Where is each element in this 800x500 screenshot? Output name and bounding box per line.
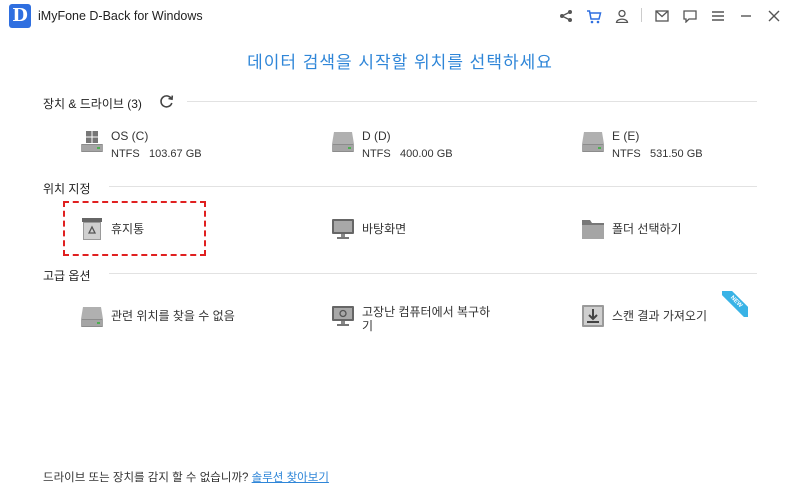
location-label: 휴지통: [111, 222, 145, 236]
hard-drive-icon: [582, 132, 604, 152]
drive-c[interactable]: OS (C) NTFS 103.67 GB: [80, 129, 202, 161]
folder-icon: [582, 220, 604, 239]
advanced-label: 스캔 결과 가져오기: [612, 309, 707, 323]
drive-size: 531.50 GB: [650, 148, 703, 160]
hard-drive-icon: [81, 307, 103, 327]
section-divider: [109, 273, 757, 274]
advanced-section-title: 고급 옵션: [43, 269, 91, 283]
location-desktop[interactable]: 바탕화면: [331, 217, 406, 241]
windows-drive-icon: [81, 131, 103, 152]
advanced-label: 관련 위치를 찾을 수 없음: [111, 309, 235, 323]
location-select-folder[interactable]: 폴더 선택하기: [581, 217, 682, 241]
new-badge-text: NEW: [722, 291, 748, 317]
section-divider: [187, 101, 757, 102]
feedback-icon[interactable]: [680, 6, 700, 26]
drive-size: 103.67 GB: [149, 148, 202, 160]
footer-help: 드라이브 또는 장치를 감지 할 수 없습니까? 솔루션 찾아보기: [43, 469, 329, 485]
share-icon[interactable]: [556, 6, 576, 26]
drive-size: 400.00 GB: [400, 148, 453, 160]
user-icon[interactable]: [612, 6, 632, 26]
drive-name: D (D): [362, 129, 391, 143]
find-solution-link[interactable]: 솔루션 찾아보기: [252, 472, 329, 484]
advanced-label: 고장난 컴퓨터에서 복구하기: [362, 305, 491, 333]
menu-icon[interactable]: [708, 6, 728, 26]
close-icon[interactable]: [764, 6, 784, 26]
app-title: iMyFone D-Back for Windows: [38, 9, 203, 23]
refresh-icon[interactable]: [159, 94, 174, 109]
devices-section-title: 장치 & 드라이브 (3): [43, 97, 142, 111]
footer-text: 드라이브 또는 장치를 감지 할 수 없습니까?: [43, 472, 249, 484]
monitor-icon: [332, 219, 354, 239]
drive-filesystem: NTFS: [111, 148, 140, 160]
hard-drive-icon: [332, 132, 354, 152]
page-headline: 데이터 검색을 시작할 위치를 선택하세요: [247, 53, 553, 72]
advanced-crashed-computer[interactable]: 고장난 컴퓨터에서 복구하기: [331, 304, 494, 333]
title-bar: D iMyFone D-Back for Windows: [0, 0, 800, 32]
titlebar-divider: [641, 8, 642, 22]
new-badge: NEW: [722, 291, 748, 317]
advanced-lost-location[interactable]: 관련 위치를 찾을 수 없음: [80, 304, 235, 328]
location-label: 바탕화면: [362, 222, 407, 236]
app-logo: D: [9, 4, 31, 28]
location-label: 폴더 선택하기: [612, 222, 682, 236]
import-icon: [582, 305, 604, 327]
location-recycle-bin[interactable]: 휴지통: [80, 217, 144, 241]
crashed-computer-icon: [332, 306, 354, 326]
drive-d[interactable]: D (D) NTFS 400.00 GB: [331, 129, 453, 161]
advanced-import-scan[interactable]: 스캔 결과 가져오기: [581, 304, 707, 328]
drive-e[interactable]: E (E) NTFS 531.50 GB: [581, 129, 703, 161]
drive-name: E (E): [612, 129, 640, 143]
minimize-icon[interactable]: [736, 6, 756, 26]
drive-filesystem: NTFS: [612, 148, 641, 160]
cart-icon[interactable]: [584, 6, 604, 26]
location-section-title: 위치 지정: [43, 182, 91, 196]
section-divider: [109, 186, 757, 187]
drive-name: OS (C): [111, 129, 149, 143]
drive-filesystem: NTFS: [362, 148, 391, 160]
recycle-bin-icon: [82, 218, 102, 240]
mail-icon[interactable]: [652, 6, 672, 26]
